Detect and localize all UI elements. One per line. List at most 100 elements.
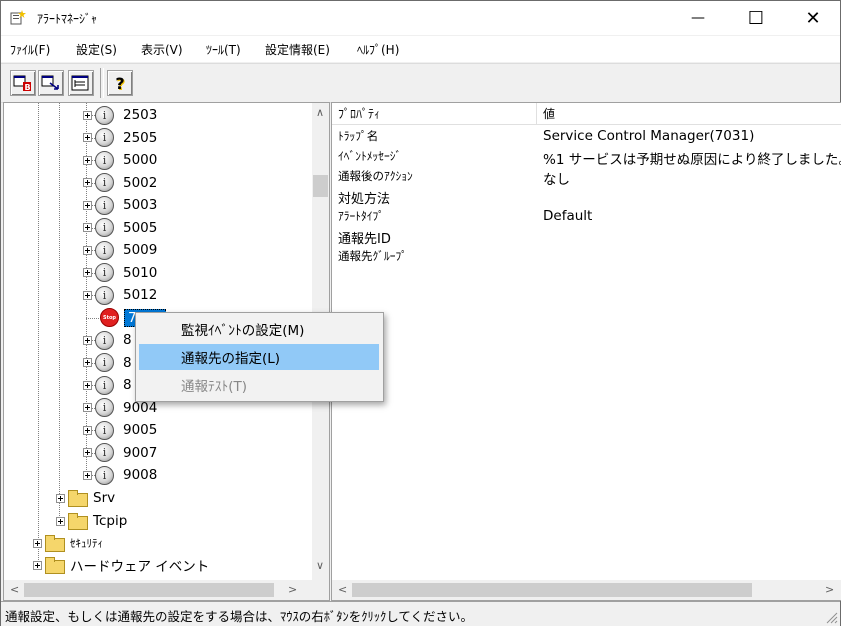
menu-file[interactable]: ﾌｧｲﾙ(F) (10, 41, 50, 58)
expand-icon[interactable] (83, 448, 92, 457)
toolbar-button-1[interactable]: B (10, 70, 36, 96)
tree-item-event[interactable]: i 5009 (83, 239, 157, 261)
tree-item-event[interactable]: i 9005 (83, 419, 157, 441)
tree-horizontal-scrollbar[interactable]: < > (4, 580, 329, 600)
tree-item-event[interactable]: i 5010 (83, 262, 157, 284)
title-bar: ｱﾗｰﾄﾏﾈｰｼﾞｬ — ☐ ✕ (1, 1, 840, 35)
expand-icon[interactable] (83, 155, 92, 165)
expand-icon[interactable] (83, 223, 92, 232)
tree-item-security[interactable]: ｾｷｭﾘﾃｨ (33, 532, 103, 554)
scroll-thumb[interactable] (24, 583, 274, 597)
tree-item-label: 9007 (123, 444, 158, 461)
expand-icon[interactable] (83, 470, 92, 480)
maximize-button[interactable]: ☐ (727, 1, 785, 35)
expand-icon[interactable] (83, 133, 92, 142)
info-event-icon: i (95, 150, 114, 170)
expand-icon[interactable] (83, 245, 92, 255)
expand-icon[interactable] (83, 358, 92, 367)
context-menu: 監視ｲﾍﾞﾝﾄの設定(M) 通報先の指定(L) 通報ﾃｽﾄ(T) (135, 312, 384, 402)
minimize-button[interactable]: — (669, 1, 727, 35)
toolbar-button-3[interactable] (68, 70, 94, 96)
tree-item-event[interactable]: i 5000 (83, 149, 157, 171)
expand-icon[interactable] (56, 493, 65, 503)
folder-icon (68, 512, 88, 530)
help-icon: ? (115, 73, 125, 93)
info-event-icon: i (95, 218, 114, 237)
scroll-right-icon[interactable]: > (288, 583, 297, 596)
close-button[interactable]: ✕ (784, 1, 841, 35)
info-event-icon: i (95, 420, 114, 440)
menu-item-monitor-event-settings[interactable]: 監視ｲﾍﾞﾝﾄの設定(M) (139, 316, 379, 342)
property-name: 通報後のｱｸｼｮﾝ (338, 169, 413, 183)
status-bar: 通報設定、もしくは通報先の設定をする場合は、ﾏｳｽの右ﾎﾞﾀﾝをｸﾘｯｸしてくだ… (1, 601, 840, 626)
menu-view[interactable]: 表示(V) (141, 41, 183, 58)
info-event-icon: i (95, 443, 114, 462)
properties-horizontal-scrollbar[interactable]: < > (332, 580, 841, 600)
resize-grip-icon[interactable] (824, 610, 838, 624)
menu-tools[interactable]: ﾂｰﾙ(T) (206, 41, 241, 58)
property-value: なし (543, 172, 570, 188)
tree-item-event[interactable]: i 2503 (83, 104, 157, 126)
tree-item-srv[interactable]: Srv (56, 487, 115, 509)
maximize-icon: ☐ (747, 7, 765, 29)
property-value: Default (543, 208, 593, 224)
toolbar-button-2[interactable] (38, 70, 64, 96)
tree-item-label: 5000 (123, 152, 158, 168)
help-button[interactable]: ? (107, 70, 133, 96)
folder-icon (45, 534, 65, 552)
tree-item-event[interactable]: i 8 (83, 352, 132, 374)
expand-icon[interactable] (83, 403, 92, 412)
info-event-icon: i (95, 263, 114, 282)
info-event-icon: i (95, 398, 114, 417)
expand-icon[interactable] (83, 380, 92, 390)
tree-item-event[interactable]: i 8 (83, 329, 132, 351)
info-event-icon: i (95, 285, 114, 305)
scroll-up-icon[interactable]: ∧ (316, 106, 324, 119)
scroll-down-icon[interactable]: ∨ (316, 559, 324, 572)
scroll-right-icon[interactable]: > (825, 583, 834, 596)
scroll-left-icon[interactable]: < (338, 583, 347, 596)
tree-item-event[interactable]: i 2505 (83, 127, 157, 149)
svg-text:B: B (25, 83, 31, 92)
scroll-thumb[interactable] (352, 583, 752, 597)
expand-icon[interactable] (56, 516, 65, 526)
menu-settings[interactable]: 設定(S) (76, 41, 117, 58)
info-event-icon: i (95, 105, 114, 125)
column-header-value[interactable]: 値 (537, 103, 841, 125)
menu-help[interactable]: ﾍﾙﾌﾟ(H) (357, 41, 399, 58)
expand-icon[interactable] (83, 200, 92, 210)
info-event-icon: i (95, 128, 114, 147)
expand-icon[interactable] (83, 290, 92, 300)
column-header-property[interactable]: ﾌﾟﾛﾊﾟﾃｨ (332, 103, 537, 125)
tree-item-event[interactable]: i 5005 (83, 217, 157, 239)
tree-item-label: 2503 (123, 107, 158, 123)
expand-icon[interactable] (83, 178, 92, 187)
tree-item-event[interactable]: i 5002 (83, 172, 157, 194)
tree-item-event[interactable]: i 5012 (83, 284, 157, 306)
menu-item-notification-test: 通報ﾃｽﾄ(T) (139, 372, 379, 398)
scroll-left-icon[interactable]: < (10, 583, 19, 596)
toolbar: B ? (1, 63, 840, 103)
info-event-icon: i (95, 240, 114, 260)
scroll-thumb[interactable] (313, 175, 328, 197)
minimize-icon: — (691, 10, 705, 26)
properties-pane[interactable]: ﾌﾟﾛﾊﾟﾃｨ 値 ﾄﾗｯﾌﾟ名 Service Control Manager(… (331, 102, 841, 601)
menu-bar: ﾌｧｲﾙ(F) 設定(S) 表示(V) ﾂｰﾙ(T) 設定情報(E) ﾍﾙﾌﾟ(… (1, 36, 840, 62)
tree-item-tcpip[interactable]: Tcpip (56, 510, 127, 532)
property-value: Service Control Manager(7031) (543, 128, 755, 144)
expand-icon[interactable] (83, 425, 92, 435)
tree-item-event[interactable]: i 9007 (83, 442, 157, 464)
expand-icon[interactable] (83, 110, 92, 120)
expand-icon[interactable] (83, 268, 92, 277)
tree-item-event[interactable]: i 9008 (83, 464, 157, 486)
expand-icon[interactable] (33, 538, 42, 548)
tree-item-label: Tcpip (93, 513, 128, 529)
expand-icon[interactable] (33, 560, 42, 570)
tree-item-hardware-event[interactable]: ハードウェア イベント (33, 554, 209, 576)
menu-config-info[interactable]: 設定情報(E) (265, 41, 330, 58)
tree-item-event[interactable]: i 5003 (83, 194, 157, 216)
expand-icon[interactable] (83, 335, 92, 345)
tree-item-event[interactable]: i 8 (83, 374, 132, 396)
folder-icon (68, 489, 88, 507)
menu-item-notification-target[interactable]: 通報先の指定(L) (139, 344, 379, 370)
